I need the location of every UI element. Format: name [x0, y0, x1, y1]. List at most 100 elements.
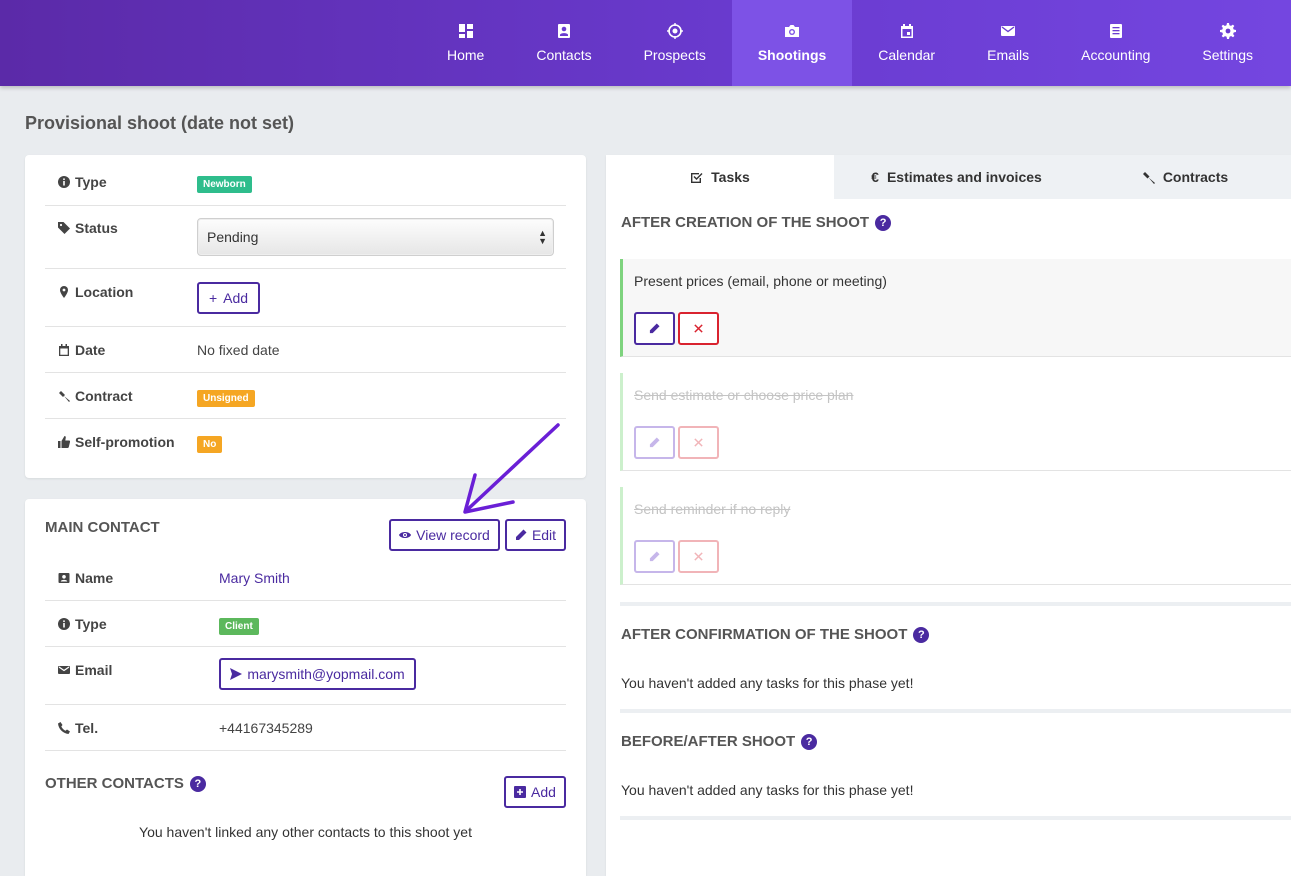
tab-estimates-invoices[interactable]: € Estimates and invoices — [834, 155, 1079, 199]
nav-prospects[interactable]: Prospects — [618, 0, 732, 86]
nav-label: Settings — [1202, 47, 1253, 63]
plus-icon: + — [208, 290, 218, 306]
target-icon — [666, 23, 683, 39]
nav-contacts[interactable]: Contacts — [510, 0, 617, 86]
help-icon[interactable]: ? — [801, 733, 818, 750]
contact-row-name: Name Mary Smith — [45, 555, 566, 601]
delete-task-button[interactable] — [678, 312, 719, 345]
nav-calendar[interactable]: Calendar — [852, 0, 961, 86]
help-icon[interactable]: ? — [189, 775, 206, 792]
edit-label: Edit — [531, 527, 557, 543]
edit-task-button[interactable] — [634, 426, 675, 459]
tab-contracts-label: Contracts — [1162, 169, 1229, 185]
help-icon[interactable]: ? — [913, 626, 930, 643]
nav-shootings[interactable]: Shootings — [731, 0, 853, 86]
contacts-icon — [557, 24, 570, 38]
self-promotion-badge: No — [197, 436, 223, 453]
add-location-button[interactable]: + Add — [197, 282, 260, 314]
detail-row-location: Location + Add — [45, 269, 566, 327]
contact-name-link[interactable]: Mary Smith — [219, 570, 290, 586]
phase-beforeafter-empty: You haven't added any tasks for this pha… — [621, 782, 914, 798]
task-item: Present prices (email, phone or meeting) — [620, 259, 1291, 357]
nav-label: Contacts — [536, 47, 592, 63]
no-other-contacts-text: You haven't linked any other contacts to… — [139, 824, 472, 840]
tab-contracts[interactable]: Contracts — [1079, 155, 1291, 199]
info-circle-icon — [58, 176, 70, 188]
self-promotion-label: Self-promotion — [75, 434, 175, 450]
view-record-label: View record — [416, 527, 490, 543]
email-value: marysmith@yopmail.com — [247, 666, 405, 682]
location-label: Location — [75, 284, 134, 300]
detail-row-contract: Contract Unsigned — [45, 373, 566, 419]
contact-row-type: Type Client — [45, 601, 566, 647]
plus-square-icon — [514, 786, 527, 798]
top-navbar: Home Contacts Prospects Shootings Calend… — [0, 0, 1291, 86]
type-badge: Newborn — [197, 176, 252, 193]
task-item: Send reminder if no reply — [620, 487, 1291, 585]
tel-label: Tel. — [75, 720, 99, 736]
thumbs-up-icon — [58, 436, 70, 448]
status-selected-value: Pending — [207, 229, 259, 245]
pencil-icon — [649, 437, 660, 448]
phase-confirmation-empty: You haven't added any tasks for this pha… — [621, 675, 914, 691]
page-title: Provisional shoot (date not set) — [25, 113, 295, 133]
status-select[interactable]: Pending ▲ ▼ — [197, 218, 554, 256]
nav-label: Accounting — [1081, 47, 1151, 63]
nav-emails[interactable]: Emails — [961, 0, 1055, 86]
edit-contact-button[interactable]: Edit — [505, 519, 566, 551]
delete-task-button[interactable] — [678, 426, 719, 459]
pencil-icon — [515, 529, 527, 540]
send-icon — [230, 668, 243, 680]
phase-confirmation-heading: AFTER CONFIRMATION OF THE SHOOT — [621, 626, 908, 643]
contact-card: MAIN CONTACT View record Edit Name Mary … — [25, 499, 586, 876]
euro-icon: € — [871, 169, 879, 185]
add-other-contact-button[interactable]: Add — [504, 776, 566, 808]
close-icon — [694, 552, 703, 561]
tag-icon — [58, 222, 70, 234]
nav-label: Home — [446, 47, 485, 63]
gear-icon — [1219, 23, 1236, 39]
contract-label: Contract — [75, 388, 133, 404]
nav-settings[interactable]: Settings — [1176, 0, 1291, 86]
tab-tasks-label: Tasks — [711, 169, 750, 185]
envelope-icon — [1001, 26, 1016, 36]
calendar-icon — [59, 344, 69, 356]
contact-row-email: Email marysmith@yopmail.com — [45, 647, 566, 705]
envelope-icon — [58, 666, 70, 674]
other-contacts-heading: OTHER CONTACTS — [45, 775, 184, 792]
tab-tasks[interactable]: Tasks — [606, 155, 834, 199]
ledger-icon — [1109, 24, 1122, 38]
email-label: Email — [75, 662, 113, 678]
phase-divider — [620, 602, 1291, 606]
task-title: Send reminder if no reply — [634, 501, 791, 517]
contact-type-label: Type — [75, 616, 107, 632]
calendar-icon — [900, 24, 913, 38]
contact-row-tel: Tel. +44167345289 — [45, 705, 566, 751]
delete-task-button[interactable] — [678, 540, 719, 573]
tel-value: +44167345289 — [219, 720, 313, 736]
phase-beforeafter-heading: BEFORE/AFTER SHOOT — [621, 733, 796, 750]
phone-icon — [58, 722, 70, 734]
add-location-label: Add — [223, 290, 249, 306]
tab-estimates-label: Estimates and invoices — [886, 169, 1042, 185]
annotation-arrow — [463, 423, 560, 514]
detail-row-date: Date No fixed date — [45, 327, 566, 373]
phase-divider — [620, 816, 1291, 820]
type-label: Type — [75, 174, 107, 190]
edit-task-button[interactable] — [634, 540, 675, 573]
nav-label: Shootings — [757, 47, 827, 63]
map-pin-icon — [60, 286, 68, 298]
dashboard-icon — [458, 24, 473, 38]
edit-task-button[interactable] — [634, 312, 675, 345]
detail-row-status: Status Pending ▲ ▼ — [45, 206, 566, 269]
info-circle-icon — [58, 618, 70, 630]
gavel-icon — [1142, 171, 1155, 184]
view-record-button[interactable]: View record — [389, 519, 500, 551]
pencil-icon — [649, 551, 660, 562]
nav-accounting[interactable]: Accounting — [1055, 0, 1176, 86]
nav-home[interactable]: Home — [421, 0, 510, 86]
add-contact-label: Add — [531, 784, 556, 800]
help-icon[interactable]: ? — [875, 214, 892, 231]
date-label: Date — [75, 342, 106, 358]
send-email-button[interactable]: marysmith@yopmail.com — [219, 658, 416, 690]
